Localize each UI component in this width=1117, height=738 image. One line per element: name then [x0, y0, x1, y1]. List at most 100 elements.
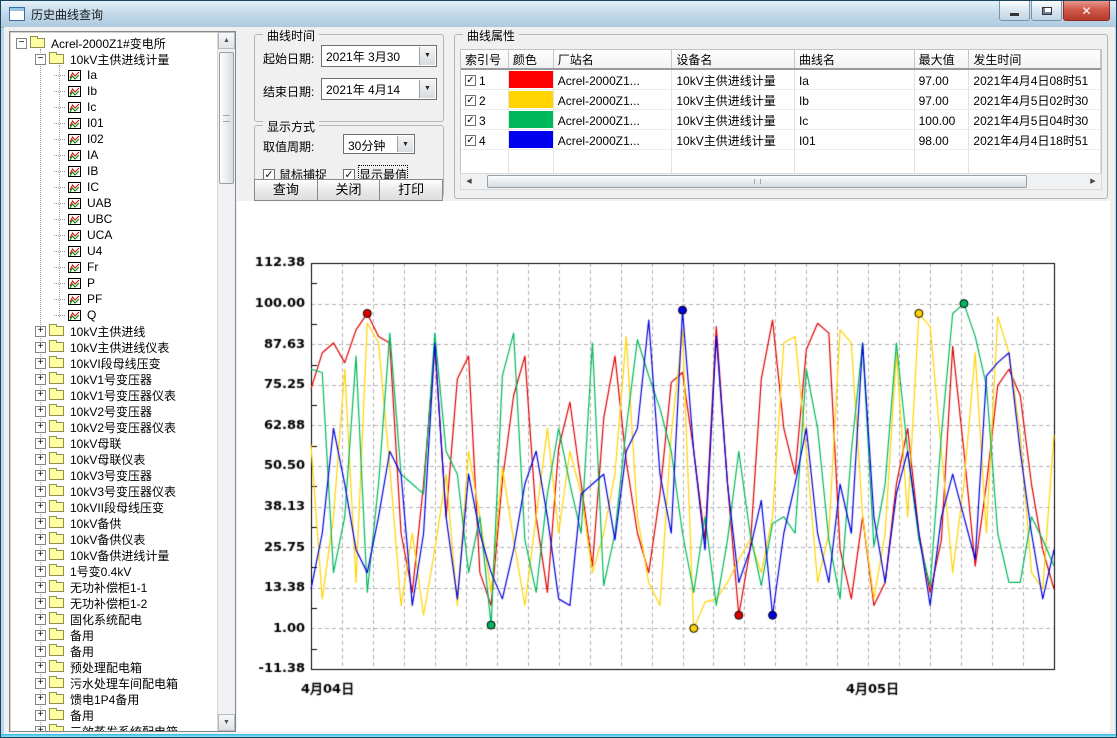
tree-item-label[interactable]: I02: [85, 132, 106, 146]
column-header[interactable]: 厂站名: [554, 50, 673, 68]
expand-icon[interactable]: +: [35, 582, 46, 593]
expand-icon[interactable]: +: [35, 470, 46, 481]
column-header[interactable]: 发生时间: [969, 50, 1101, 68]
expand-icon[interactable]: +: [35, 502, 46, 513]
expand-icon[interactable]: +: [35, 438, 46, 449]
tree-item-label[interactable]: 10kVI段母线压变: [68, 355, 163, 372]
tree-item[interactable]: +备用: [10, 643, 218, 659]
tree-item-label[interactable]: 10kV备供: [68, 515, 123, 532]
tree-item[interactable]: +固化系统配电: [10, 611, 218, 627]
expand-icon[interactable]: +: [35, 630, 46, 641]
history-curve-chart[interactable]: [237, 201, 1110, 732]
expand-icon[interactable]: +: [35, 374, 46, 385]
tree-item-label[interactable]: UCA: [85, 228, 114, 242]
tree-item[interactable]: +10kV母联仪表: [10, 451, 218, 467]
tree-item-label[interactable]: 10kV主供进线计量: [68, 51, 171, 68]
tree-item-label[interactable]: 1号变0.4kV: [68, 563, 133, 580]
tree-item[interactable]: PF: [10, 291, 218, 307]
expand-icon[interactable]: +: [35, 486, 46, 497]
expand-icon[interactable]: +: [35, 694, 46, 705]
tree-item-label[interactable]: 10kV2号变压器: [68, 403, 154, 420]
tree-item-label[interactable]: 备用: [68, 627, 96, 644]
close-query-button[interactable]: 关闭: [317, 179, 381, 201]
tree-item-label[interactable]: 10kVII段母线压变: [68, 499, 166, 516]
expand-icon[interactable]: +: [35, 390, 46, 401]
tree-item[interactable]: U4: [10, 243, 218, 259]
tree-item[interactable]: +馈电1P4备用: [10, 691, 218, 707]
tree-item[interactable]: +10kV主供进线仪表: [10, 339, 218, 355]
chevron-down-icon[interactable]: ▼: [419, 80, 435, 98]
expand-icon[interactable]: +: [35, 454, 46, 465]
table-hscrollbar[interactable]: ◀ ▶: [460, 173, 1102, 190]
tree-item-label[interactable]: I01: [85, 116, 106, 130]
tree-item[interactable]: Fr: [10, 259, 218, 275]
tree-item-label[interactable]: Ic: [85, 100, 98, 114]
tree-item[interactable]: UAB: [10, 195, 218, 211]
tree-item-label[interactable]: Fr: [85, 260, 100, 274]
tree-item-label[interactable]: 无功补偿柜1-1: [68, 579, 149, 596]
start-date-select[interactable]: 2021年 3月30 ▼: [321, 45, 437, 67]
tree-item[interactable]: P: [10, 275, 218, 291]
expand-icon[interactable]: +: [35, 598, 46, 609]
scroll-up-icon[interactable]: ▲: [218, 32, 235, 49]
tree-item[interactable]: +10kV2号变压器: [10, 403, 218, 419]
tree-item[interactable]: IA: [10, 147, 218, 163]
tree-item-label[interactable]: IA: [85, 148, 100, 162]
column-header[interactable]: 最大值: [915, 50, 970, 68]
row-checkbox[interactable]: ✓: [465, 135, 476, 146]
table-row[interactable]: ✓1Acrel-2000Z1...10kV主供进线计量Ia97.002021年4…: [461, 70, 1101, 90]
scroll-down-icon[interactable]: ▼: [218, 714, 235, 731]
close-button[interactable]: ✕: [1063, 1, 1110, 21]
print-button[interactable]: 打印: [379, 179, 443, 201]
tree-item-label[interactable]: 10kV2号变压器仪表: [68, 419, 178, 436]
expand-icon[interactable]: +: [35, 534, 46, 545]
column-header[interactable]: 曲线名: [795, 50, 915, 68]
expand-icon[interactable]: +: [35, 550, 46, 561]
row-checkbox[interactable]: ✓: [465, 115, 476, 126]
query-button[interactable]: 查询: [254, 179, 318, 201]
tree-item-label[interactable]: IC: [85, 180, 101, 194]
tree-item-label[interactable]: Q: [85, 308, 98, 322]
table-row[interactable]: ✓3Acrel-2000Z1...10kV主供进线计量Ic100.002021年…: [461, 110, 1101, 130]
tree-item-label[interactable]: 10kV1号变压器仪表: [68, 387, 178, 404]
tree-item[interactable]: UCA: [10, 227, 218, 243]
minimize-button[interactable]: [999, 1, 1030, 21]
tree-item-label[interactable]: 10kV备供仪表: [68, 531, 147, 548]
tree-item[interactable]: Ic: [10, 99, 218, 115]
collapse-icon[interactable]: −: [35, 54, 46, 65]
tree-item[interactable]: +10kV2号变压器仪表: [10, 419, 218, 435]
tree-item[interactable]: +10kVII段母线压变: [10, 499, 218, 515]
end-date-select[interactable]: 2021年 4月14 ▼: [321, 78, 437, 100]
tree-item[interactable]: +备用: [10, 707, 218, 723]
tree-item[interactable]: −Acrel-2000Z1#变电所: [10, 35, 218, 51]
expand-icon[interactable]: +: [35, 614, 46, 625]
tree-item[interactable]: +10kV3号变压器仪表: [10, 483, 218, 499]
scroll-left-icon[interactable]: ◀: [461, 174, 477, 189]
tree-item[interactable]: IB: [10, 163, 218, 179]
expand-icon[interactable]: +: [35, 342, 46, 353]
tree-item-label[interactable]: 10kV主供进线: [68, 323, 147, 340]
tree-item-label[interactable]: 10kV主供进线仪表: [68, 339, 171, 356]
expand-icon[interactable]: +: [35, 726, 46, 732]
row-checkbox[interactable]: ✓: [465, 75, 476, 86]
tree-item-label[interactable]: UBC: [85, 212, 114, 226]
tree-item[interactable]: Ib: [10, 83, 218, 99]
tree-item[interactable]: +10kV主供进线: [10, 323, 218, 339]
column-header[interactable]: 设备名: [672, 50, 795, 68]
tree-scrollbar-thumb[interactable]: [219, 52, 234, 184]
tree-item[interactable]: +10kV1号变压器: [10, 371, 218, 387]
tree-item-label[interactable]: PF: [85, 292, 104, 306]
expand-icon[interactable]: +: [35, 518, 46, 529]
collapse-icon[interactable]: −: [16, 38, 27, 49]
tree-item[interactable]: +污水处理车间配电箱: [10, 675, 218, 691]
tree-item[interactable]: +10kVI段母线压变: [10, 355, 218, 371]
tree-item-label[interactable]: 10kV3号变压器: [68, 467, 154, 484]
chevron-down-icon[interactable]: ▼: [419, 47, 435, 65]
tree-item-label[interactable]: IB: [85, 164, 100, 178]
tree-item-label[interactable]: 污水处理车间配电箱: [68, 675, 180, 692]
tree-item-label[interactable]: Ib: [85, 84, 99, 98]
tree-scrollbar[interactable]: ▲ ▼: [217, 32, 235, 731]
tree-item[interactable]: UBC: [10, 211, 218, 227]
expand-icon[interactable]: +: [35, 358, 46, 369]
tree-item[interactable]: +预处理配电箱: [10, 659, 218, 675]
